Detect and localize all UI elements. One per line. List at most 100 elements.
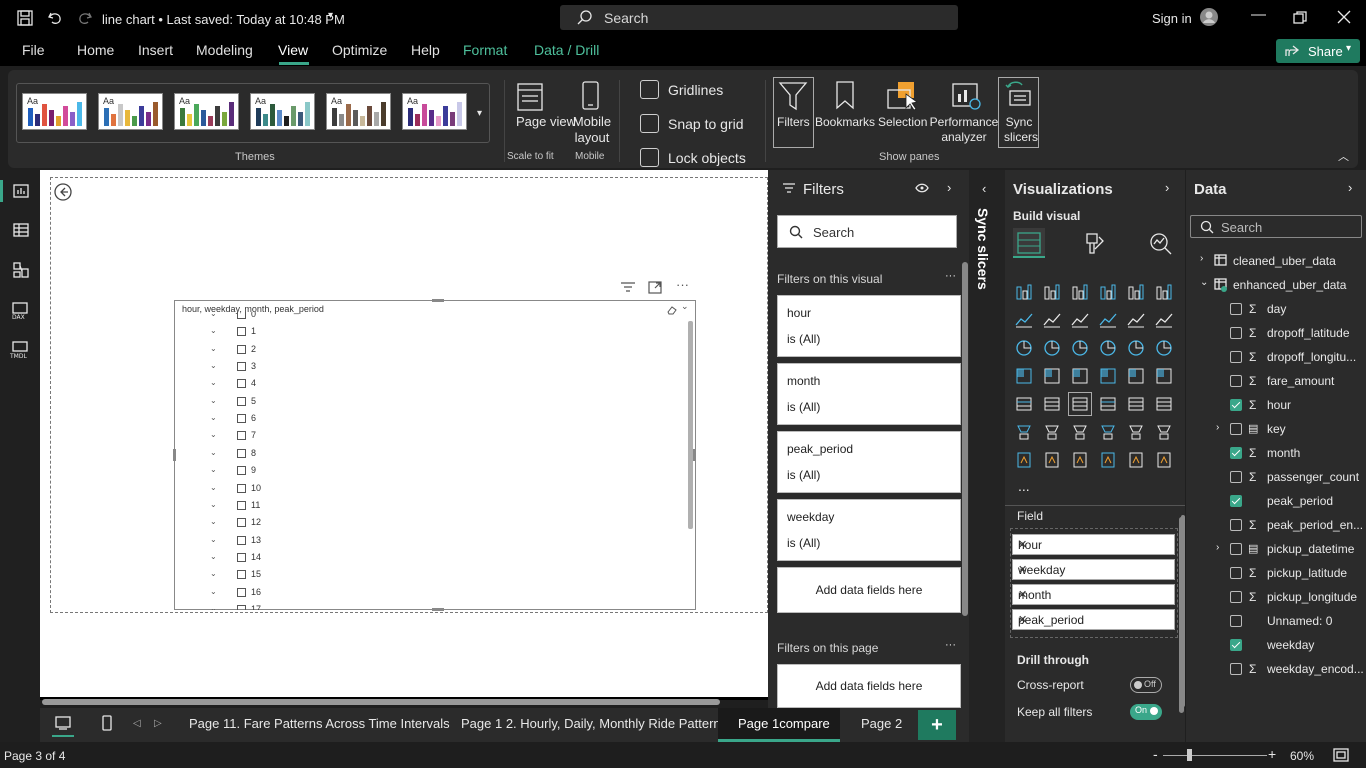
themes-expand-icon[interactable]: ▾ xyxy=(477,108,482,119)
r-visual-visual-icon[interactable] xyxy=(1155,395,1173,413)
collapse-viz-icon[interactable]: › xyxy=(1165,180,1169,195)
slicer-checkbox[interactable] xyxy=(237,604,246,610)
chevron-down-icon[interactable]: ⌄ xyxy=(210,604,217,610)
canvas-hscroll-thumb[interactable] xyxy=(42,699,720,705)
data-field-month[interactable]: month xyxy=(1267,446,1300,460)
scroll-tabs-left-icon[interactable]: ◁ xyxy=(133,718,141,729)
data-field-weekday[interactable]: weekday xyxy=(1267,638,1314,652)
slicer-checkbox[interactable] xyxy=(237,535,246,545)
data-field-pickup-latitude[interactable]: pickup_latitude xyxy=(1267,566,1347,580)
filters-search-input[interactable]: Search xyxy=(777,215,957,248)
field-checkbox[interactable] xyxy=(1230,543,1242,555)
slicer-checkbox[interactable] xyxy=(237,500,246,510)
100-stacked-column-visual-icon[interactable] xyxy=(1155,283,1173,301)
chevron-down-icon[interactable]: ⌄ xyxy=(210,483,217,492)
data-field-hour[interactable]: hour xyxy=(1267,398,1291,412)
menu-data-drill[interactable]: Data / Drill xyxy=(534,42,599,58)
field-checkbox[interactable] xyxy=(1230,591,1242,603)
chevron-down-icon[interactable]: ⌄ xyxy=(210,326,217,335)
slicer-checkbox[interactable] xyxy=(237,483,246,493)
filled-map-visual-icon[interactable] xyxy=(1071,367,1089,385)
theme-swatch-4[interactable]: Aa xyxy=(250,93,315,130)
filters-scrollbar[interactable] xyxy=(962,262,968,616)
field-well-item-month[interactable]: month ⌄ ✕ xyxy=(1012,584,1175,605)
model-view-icon[interactable] xyxy=(12,261,30,279)
bookmarks-button[interactable]: Bookmarks xyxy=(815,115,875,129)
slicer-checkbox[interactable] xyxy=(237,466,246,476)
field-checkbox[interactable] xyxy=(1230,567,1242,579)
sign-in-link[interactable]: Sign in xyxy=(1152,11,1192,26)
map-visual-icon[interactable] xyxy=(1043,367,1061,385)
table-cleaned-uber-data[interactable]: cleaned_uber_data xyxy=(1233,254,1336,268)
slicer-checkbox[interactable] xyxy=(237,552,246,562)
menu-help[interactable]: Help xyxy=(411,42,440,58)
document-title[interactable]: line chart • Last saved: Today at 10:48 … xyxy=(102,12,345,27)
more-visuals-button[interactable]: ... xyxy=(1018,478,1030,494)
azure-map-visual-icon[interactable] xyxy=(1099,367,1117,385)
theme-swatch-2[interactable]: Aa xyxy=(98,93,163,130)
chevron-right-icon[interactable]: › xyxy=(1200,253,1203,264)
chevron-down-icon[interactable]: ⌄ xyxy=(210,344,217,353)
restore-button[interactable] xyxy=(1293,11,1307,25)
chevron-down-icon[interactable]: ⌄ xyxy=(210,378,217,387)
scatter-visual-icon[interactable] xyxy=(1099,339,1117,357)
zoom-out-button[interactable]: - xyxy=(1153,746,1158,762)
qa-visual-icon[interactable] xyxy=(1099,423,1117,441)
data-field-fare-amount[interactable]: fare_amount xyxy=(1267,374,1334,388)
gauge-visual-icon[interactable] xyxy=(1127,367,1145,385)
menu-modeling[interactable]: Modeling xyxy=(196,42,253,58)
field-checkbox[interactable] xyxy=(1230,471,1242,483)
slicer-checkbox[interactable] xyxy=(237,396,246,406)
desktop-view-icon[interactable] xyxy=(54,715,72,731)
filter-card-weekday[interactable]: weekday is (All) xyxy=(777,499,961,561)
100-stacked-area-visual-icon[interactable] xyxy=(1099,311,1117,329)
add-page-button[interactable]: + xyxy=(918,710,956,740)
decomposition-tree-visual-icon[interactable] xyxy=(1071,423,1089,441)
theme-swatch-5[interactable]: Aa xyxy=(326,93,391,130)
report-canvas[interactable]: ··· hour, weekday, month, peak_period ⌄ … xyxy=(40,170,768,705)
area-visual-icon[interactable] xyxy=(1043,311,1061,329)
menu-insert[interactable]: Insert xyxy=(138,42,173,58)
theme-swatch-1[interactable]: Aa xyxy=(22,93,87,130)
line-clustered-column-visual-icon[interactable] xyxy=(1127,311,1145,329)
zoom-in-button[interactable]: + xyxy=(1268,746,1276,762)
close-button[interactable] xyxy=(1337,10,1351,24)
slicer-checkbox[interactable] xyxy=(237,379,246,389)
slicer-checkbox[interactable] xyxy=(237,570,246,580)
mobile-layout-button[interactable]: Mobile layout xyxy=(572,114,612,146)
cross-report-toggle[interactable]: Off xyxy=(1130,677,1162,693)
data-search-input[interactable]: Search xyxy=(1190,215,1362,238)
kpi-visual-icon[interactable] xyxy=(1043,395,1061,413)
stacked-column-visual-icon[interactable] xyxy=(1043,283,1061,301)
avatar-icon[interactable] xyxy=(1199,7,1219,27)
more-options-icon[interactable]: ··· xyxy=(676,277,689,292)
sync-slicers-pane-collapsed[interactable]: ‹ Sync slicers xyxy=(969,170,1005,742)
save-icon[interactable] xyxy=(16,9,34,27)
add-visual-filter-well[interactable]: Add data fields here xyxy=(777,567,961,613)
data-scrollbar[interactable] xyxy=(1181,515,1185,707)
chevron-right-icon[interactable]: › xyxy=(1216,422,1219,433)
chevron-down-icon[interactable]: ▾ xyxy=(328,10,333,21)
format-visual-icon[interactable] xyxy=(1083,231,1107,257)
data-field-dropoff-longitu[interactable]: dropoff_longitu... xyxy=(1267,350,1356,364)
performance-analyzer-button[interactable]: Performance analyzer xyxy=(928,115,1000,145)
sync-slicers-tab-label[interactable]: Sync slicers xyxy=(975,208,991,290)
page-tab-2[interactable]: Page 1 2. Hourly, Daily, Monthly Ride Pa… xyxy=(461,716,721,731)
field-checkbox[interactable] xyxy=(1230,519,1242,531)
fit-to-page-icon[interactable] xyxy=(1333,748,1349,762)
field-checkbox[interactable] xyxy=(1230,639,1242,651)
more-options-icon[interactable]: ··· xyxy=(945,270,956,282)
menu-format[interactable]: Format xyxy=(463,42,507,58)
field-checkbox[interactable] xyxy=(1230,663,1242,675)
more-visual-visual-icon[interactable] xyxy=(1155,451,1173,469)
ribbon-visual-icon[interactable] xyxy=(1015,339,1033,357)
card-visual-icon[interactable] xyxy=(1155,367,1173,385)
chevron-down-icon[interactable]: ⌄ xyxy=(1200,277,1208,288)
100-stacked-bar-visual-icon[interactable] xyxy=(1127,283,1145,301)
lock-objects-checkbox[interactable] xyxy=(640,148,659,167)
power-apps-visual-icon[interactable] xyxy=(1043,451,1061,469)
chevron-down-icon[interactable]: ⌄ xyxy=(210,361,217,370)
slicer-checkbox[interactable] xyxy=(237,448,246,458)
slicer-checkbox[interactable] xyxy=(237,327,246,337)
keep-all-filters-toggle[interactable]: On xyxy=(1130,704,1162,720)
